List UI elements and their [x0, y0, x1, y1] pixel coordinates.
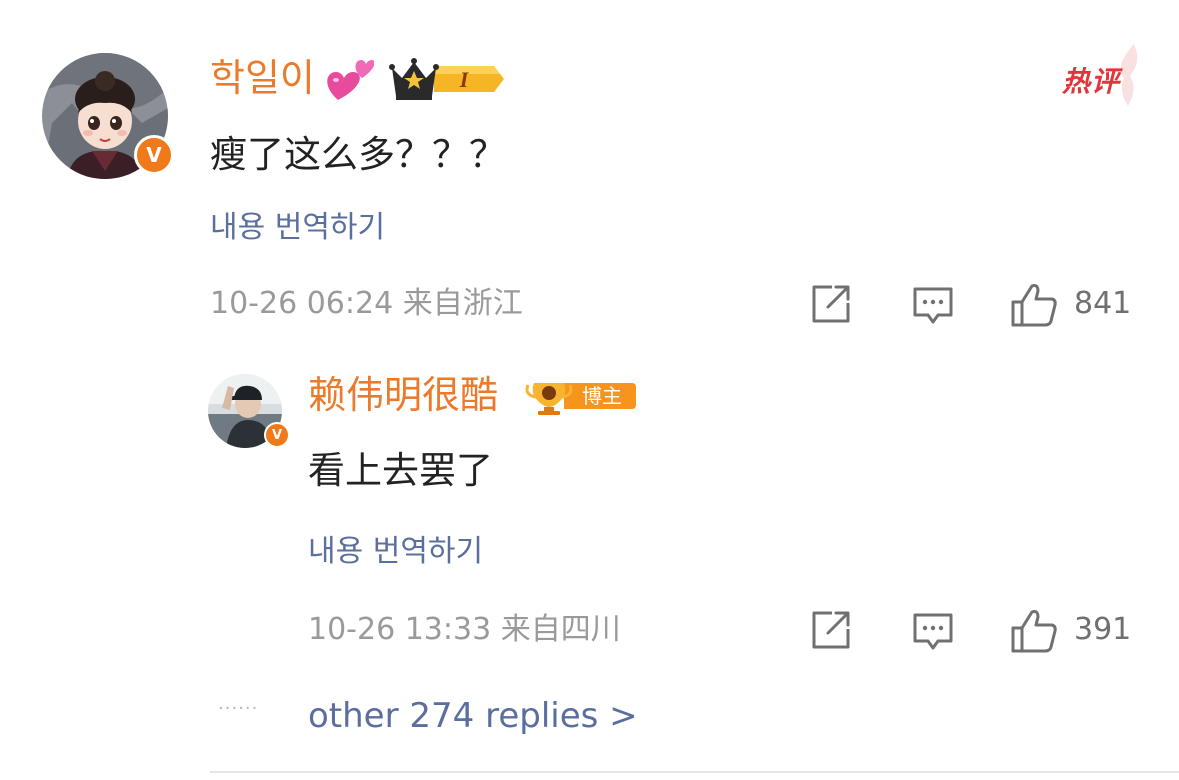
like-count: 841 — [1074, 286, 1132, 321]
username[interactable]: 학일이 — [210, 55, 315, 101]
more-replies-link[interactable]: other 274 replies > — [308, 694, 638, 738]
two-hearts-emoji — [327, 60, 374, 100]
location: 来自浙江 — [402, 286, 523, 321]
verified-icon: V — [134, 135, 174, 175]
thumbs-up-icon[interactable] — [1010, 282, 1058, 328]
comment-meta: 10-26 06:24 来自浙江 — [210, 284, 523, 324]
timestamp: 10-26 13:33 — [308, 612, 492, 647]
timestamp: 10-26 06:24 — [210, 286, 394, 321]
vip-level: I — [459, 67, 470, 92]
verified-icon: V — [264, 422, 290, 448]
hot-comment-label: 热评 — [1062, 65, 1121, 98]
divider — [210, 771, 1179, 773]
comment-icon[interactable] — [912, 611, 954, 653]
translate-link[interactable]: 내용 번역하기 — [210, 208, 385, 248]
thumbs-up-icon[interactable] — [1010, 608, 1058, 654]
share-icon[interactable] — [810, 609, 852, 651]
blogger-label: 博主 — [582, 384, 622, 408]
avatar[interactable]: V — [42, 53, 174, 179]
share-icon[interactable] — [810, 283, 852, 325]
comment-text: 瘦了这么多？？？ — [210, 133, 506, 176]
more-dots: ······ — [218, 698, 259, 719]
translate-link[interactable]: 내용 번역하기 — [308, 532, 483, 572]
comment-icon[interactable] — [912, 285, 954, 327]
reply-avatar[interactable]: V — [208, 374, 290, 448]
trophy-badge: 博主 — [525, 383, 636, 415]
comment-thread: V 학일이 I 热评 瘦了这么多？？？ 내용 번역하기 10-26 06:24 … — [0, 0, 1179, 780]
like-count: 391 — [1074, 612, 1132, 647]
reply-username[interactable]: 赖伟明很酷 — [308, 372, 498, 418]
location: 来自四川 — [500, 612, 621, 647]
reply-meta: 10-26 13:33 来自四川 — [308, 610, 621, 650]
crown-vip-badge[interactable]: I — [388, 56, 508, 102]
reply-text: 看上去罢了 — [308, 449, 493, 492]
